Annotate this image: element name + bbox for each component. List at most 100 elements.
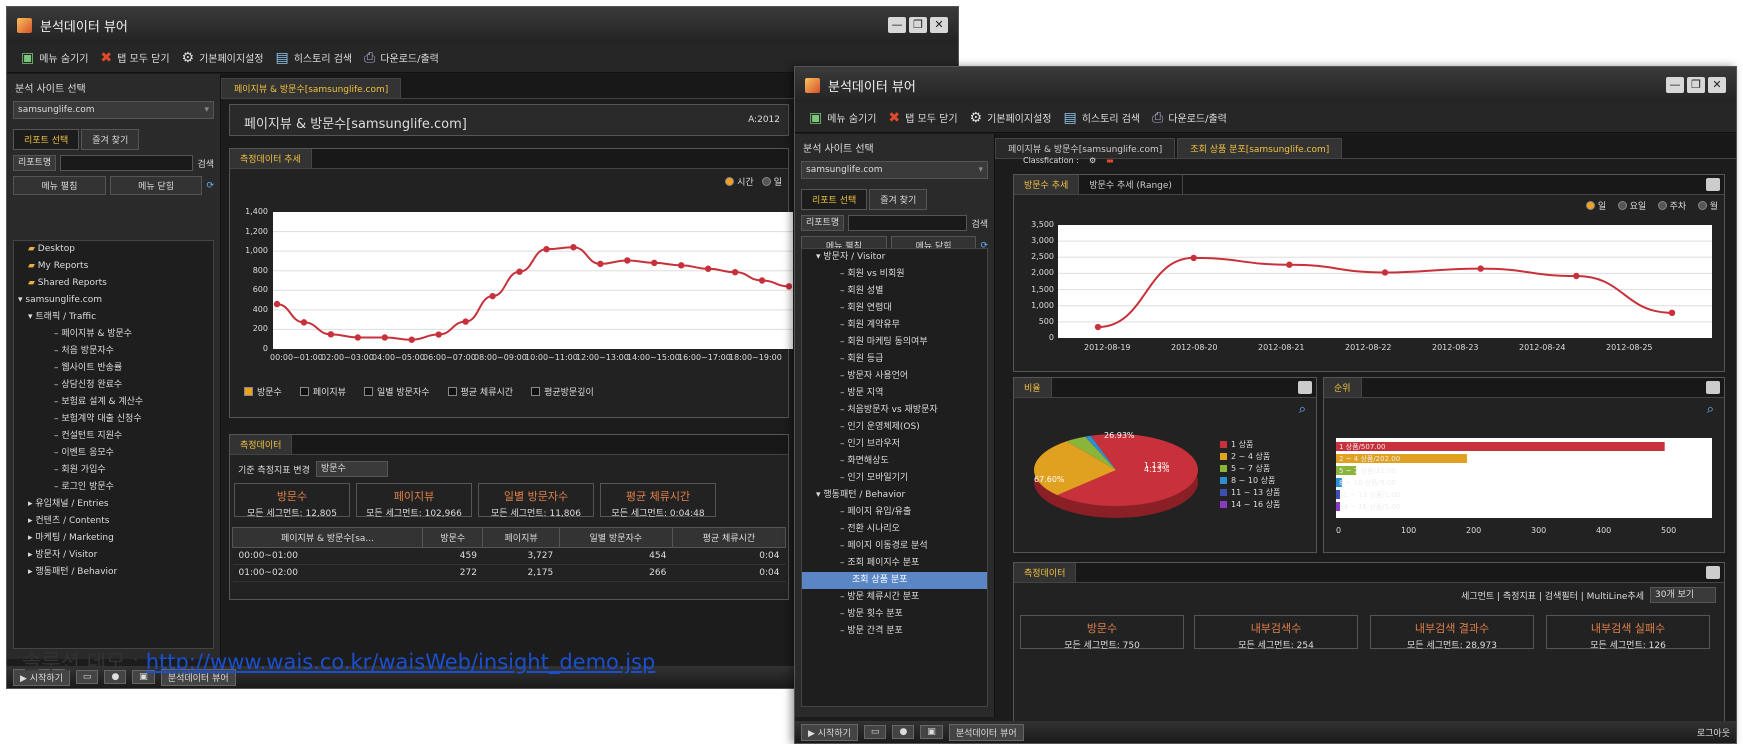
logout-button[interactable]: 로그아웃	[1697, 726, 1730, 739]
gear-icon[interactable]: ⚙	[1089, 156, 1096, 165]
radio-hour[interactable]: 시간	[725, 175, 754, 188]
radio-month[interactable]: 월	[1697, 199, 1718, 212]
tree-item[interactable]: – 회원 vs 비회원	[802, 266, 987, 283]
tree-item[interactable]: – 인기 브라우저	[802, 436, 987, 453]
check-avg-duration[interactable]: 평균 체류시간	[447, 385, 513, 398]
check-daily-visitors[interactable]: 일별 방문자수	[363, 385, 430, 398]
search-type-select[interactable]: 리포트명	[801, 215, 845, 231]
tree-item[interactable]: ▸ 유입채널 / Entries	[14, 496, 213, 513]
tree-item[interactable]: ▸ 행동패턴 / Behavior	[14, 564, 213, 581]
tree-item[interactable]: ▸ 방문자 / Visitor	[14, 547, 213, 564]
metric-select[interactable]: 방문수	[315, 461, 388, 477]
tree-item[interactable]: ▾ 행동패턴 / Behavior	[802, 487, 987, 504]
close-button[interactable]: ✕	[930, 17, 948, 33]
minimize-button[interactable]: —	[1666, 77, 1684, 93]
taskbar-icon[interactable]: ▣	[920, 725, 943, 739]
tree-item[interactable]: ▸ 컨텐츠 / Contents	[14, 513, 213, 530]
tab-ratio[interactable]: 비율	[1014, 378, 1052, 397]
tree-item[interactable]: – 방문 지역	[802, 385, 987, 402]
tab-pageview[interactable]: 페이지뷰 & 방문수[samsunglife.com]	[221, 78, 402, 98]
panel-menu-icon[interactable]	[1706, 178, 1720, 191]
history-search-button[interactable]: ▤ 히스토리 검색	[1063, 110, 1140, 126]
tab-visit-trend[interactable]: 방문수 추세	[1014, 175, 1080, 194]
tab-trend[interactable]: 측정데이터 추세	[230, 149, 312, 168]
tree-item[interactable]: – 상담신청 완료수	[14, 377, 213, 394]
tree-item[interactable]: ▾ 트래픽 / Traffic	[14, 309, 213, 326]
expand-menu-button[interactable]: 메뉴 펼침	[13, 176, 106, 195]
tree-item[interactable]: – 방문 간격 분포	[802, 623, 987, 640]
col-header[interactable]: 페이지뷰	[482, 527, 560, 548]
tree-item[interactable]: – 방문 체류시간 분포	[802, 589, 987, 606]
per-page-select[interactable]: 30개 보기	[1650, 587, 1716, 603]
col-header[interactable]: 방문수	[421, 527, 484, 548]
tree-item[interactable]: – 보험료 설계 & 계산수	[14, 394, 213, 411]
demo-link[interactable]: http://www.wais.co.kr/waisWeb/insight_de…	[146, 650, 656, 674]
tree-item[interactable]: – 조회 페이지수 분포	[802, 555, 987, 572]
tree-item[interactable]: – 보험계약 대출 신청수	[14, 411, 213, 428]
tree-item[interactable]: – 회원 등급	[802, 351, 987, 368]
tab-visit-range[interactable]: 방문수 추세 (Range)	[1079, 175, 1183, 194]
check-visits[interactable]: 방문수	[244, 385, 282, 398]
tree-item[interactable]: – 페이지 이동경로 분석	[802, 538, 987, 555]
tree-item[interactable]: – 회원 연령대	[802, 300, 987, 317]
tree-item[interactable]: – 회원 계약유무	[802, 317, 987, 334]
tree-item[interactable]: – 웹사이트 반송률	[14, 360, 213, 377]
tree-item[interactable]: – 회원 가입수	[14, 462, 213, 479]
hide-menu-button[interactable]: ▣ 메뉴 숨기기	[809, 110, 876, 126]
radio-weekday[interactable]: 요일	[1617, 199, 1646, 212]
collapse-menu-button[interactable]: 메뉴 닫힘	[109, 176, 203, 195]
tree-item[interactable]: – 화면해상도	[802, 453, 987, 470]
tab-data[interactable]: 측정데이터	[230, 435, 293, 454]
tree-item[interactable]: ▸ 마케팅 / Marketing	[14, 530, 213, 547]
taskbar-icon[interactable]: ▭	[863, 725, 887, 739]
hide-menu-button[interactable]: ▣ 메뉴 숨기기	[21, 50, 88, 66]
tab-report-select[interactable]: 리포트 선택	[801, 189, 868, 210]
tree-item[interactable]: – 처음 방문자수	[14, 343, 213, 360]
default-page-button[interactable]: ⚙ 기본페이지설정	[182, 50, 264, 66]
zoom-icon[interactable]: ⌕	[1299, 402, 1306, 417]
tree-item[interactable]: ▾ 방문자 / Visitor	[802, 249, 987, 266]
panel-menu-icon[interactable]	[1706, 381, 1720, 394]
tree-item[interactable]: – 방문자 사용언어	[802, 368, 987, 385]
tree-item[interactable]: – 처음방문자 vs 재방문자	[802, 402, 987, 419]
col-header[interactable]: 평균 체류시간	[671, 527, 787, 548]
search-input[interactable]	[60, 155, 194, 171]
search-type-select[interactable]: 리포트명	[13, 155, 57, 171]
table-row[interactable]: 00:00~01:00 459 3,727 454 0:04	[232, 547, 786, 565]
table-row[interactable]: 01:00~02:00 272 2,175 266 0:04	[232, 564, 786, 582]
taskbar-icon[interactable]: ●	[892, 725, 915, 739]
site-select[interactable]: samsunglife.com	[801, 161, 988, 179]
tab-pageview[interactable]: 페이지뷰 & 방문수[samsunglife.com]	[995, 138, 1176, 158]
start-button[interactable]: ▶ 시작하기	[801, 723, 858, 741]
tree-item[interactable]: – 페이지 유입/유출	[802, 504, 987, 521]
default-page-button[interactable]: ⚙ 기본페이지설정	[970, 110, 1052, 126]
minimize-button[interactable]: —	[888, 17, 906, 33]
tree-item[interactable]: – 전환 시나리오	[802, 521, 987, 538]
history-search-button[interactable]: ▤ 히스토리 검색	[275, 50, 352, 66]
radio-week[interactable]: 주차	[1657, 199, 1686, 212]
radio-day[interactable]: 일	[761, 175, 782, 188]
close-tabs-button[interactable]: ✖ 탭 모두 닫기	[888, 110, 957, 126]
search-button[interactable]: 검색	[971, 217, 988, 230]
tree-item[interactable]: – 인기 모바일기기	[802, 470, 987, 487]
site-select[interactable]: samsunglife.com	[13, 101, 214, 119]
restore-button[interactable]: ❐	[909, 17, 927, 33]
col-header[interactable]: 일별 방문자수	[558, 527, 673, 548]
taskbar-app[interactable]: 분석데이터 뷰어	[948, 723, 1024, 741]
date-range[interactable]: A:2012	[748, 115, 780, 125]
tree-item[interactable]: – 인기 운영체제(OS)	[802, 419, 987, 436]
tree-item[interactable]: ▰ Shared Reports	[14, 275, 213, 292]
remove-icon[interactable]: ▬	[1106, 156, 1114, 165]
tab-favorites[interactable]: 즐겨 찾기	[869, 189, 928, 210]
tree-item[interactable]: – 방문 횟수 분포	[802, 606, 987, 623]
tree-item[interactable]: – 컨설턴트 지원수	[14, 428, 213, 445]
tab-data[interactable]: 측정데이터	[1014, 563, 1077, 582]
tree-item-selected[interactable]: 조회 상품 분포	[802, 572, 987, 589]
tree-item[interactable]: ▰ My Reports	[14, 258, 213, 275]
close-tabs-button[interactable]: ✖ 탭 모두 닫기	[100, 50, 169, 66]
panel-menu-icon[interactable]	[1298, 381, 1312, 394]
tree-item[interactable]: ▾ samsunglife.com	[14, 292, 213, 309]
zoom-icon[interactable]: ⌕	[1707, 402, 1714, 417]
tree-item[interactable]: – 회원 성별	[802, 283, 987, 300]
col-header[interactable]: 페이지뷰 & 방문수[sa...	[232, 527, 423, 548]
